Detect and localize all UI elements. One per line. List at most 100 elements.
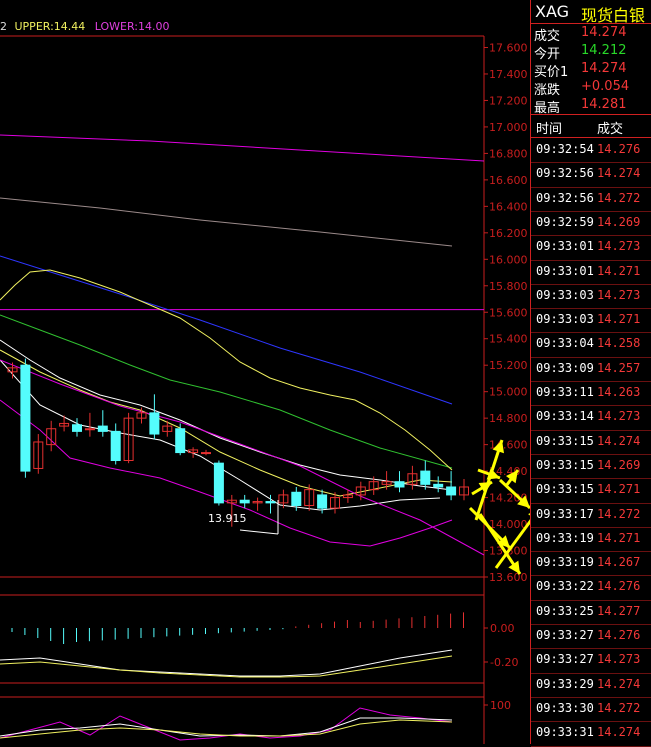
price-tick-label: 17.000 — [489, 121, 528, 134]
price-tick-label: 16.600 — [489, 174, 528, 187]
tick-time: 09:33:15 — [536, 433, 594, 448]
tick-row[interactable]: 09:33:27 14.276 — [531, 625, 651, 649]
tick-price: 14.263 — [597, 385, 641, 399]
tick-row[interactable]: 09:33:01 14.273 — [531, 236, 651, 260]
price-tick-label: 17.200 — [489, 94, 528, 107]
tick-row[interactable]: 09:33:15 14.271 — [531, 479, 651, 503]
quote-row-value: 14.212 — [581, 43, 627, 58]
tick-row[interactable]: 09:33:15 14.269 — [531, 455, 651, 479]
tick-time: 09:33:04 — [536, 336, 594, 351]
tick-row[interactable]: 09:33:27 14.273 — [531, 649, 651, 673]
tick-price: 14.274 — [597, 433, 641, 448]
tick-row[interactable]: 09:33:14 14.273 — [531, 406, 651, 430]
candle-body — [20, 364, 31, 472]
tick-price: 14.273 — [597, 409, 641, 424]
candle-body — [213, 462, 224, 504]
tick-row[interactable]: 09:33:03 14.271 — [531, 309, 651, 333]
tick-price: 14.273 — [597, 239, 641, 254]
tick-time: 09:33:11 — [536, 385, 594, 399]
tick-time: 09:33:15 — [536, 457, 594, 472]
tick-time: 09:33:29 — [536, 676, 594, 691]
macd-dif-line — [0, 649, 453, 677]
candle-body — [97, 425, 108, 432]
quote-row-label: 今开 — [534, 47, 561, 62]
tick-time: 09:32:54 — [536, 142, 594, 156]
tick-row[interactable]: 09:33:04 14.258 — [531, 333, 651, 357]
price-tick-label: 16.200 — [489, 227, 528, 240]
tick-row[interactable]: 09:33:22 14.276 — [531, 576, 651, 600]
tick-time: 09:33:03 — [536, 287, 594, 302]
tick-row[interactable]: 09:32:56 14.272 — [531, 188, 651, 212]
ma-white — [0, 339, 453, 491]
tick-row[interactable]: 09:33:03 14.273 — [531, 285, 651, 309]
price-tick-label: 14.000 — [489, 518, 528, 531]
tick-time: 09:33:17 — [536, 506, 594, 521]
tick-row[interactable]: 09:33:19 14.267 — [531, 552, 651, 576]
price-tick-label: 16.000 — [489, 253, 528, 266]
tick-row[interactable]: 09:32:59 14.269 — [531, 212, 651, 236]
kline-chart-area[interactable]: 17.600 17.400 17.200 17.000 16.800 16.600 16.4… — [0, 0, 530, 744]
candle-body — [239, 499, 250, 504]
quote-row: 最高 14.281 — [531, 97, 651, 116]
candle-body — [201, 452, 211, 455]
price-tick-label: 17.400 — [489, 68, 528, 81]
summary-divider — [531, 114, 651, 115]
tick-row[interactable]: 09:33:30 14.272 — [531, 698, 651, 722]
tick-price: 14.271 — [597, 312, 641, 327]
tick-row[interactable]: 09:33:29 14.274 — [531, 674, 651, 698]
tick-row[interactable]: 09:33:01 14.271 — [531, 261, 651, 285]
tick-row[interactable]: 09:32:56 14.274 — [531, 163, 651, 187]
tick-price: 14.271 — [597, 530, 641, 545]
tick-row[interactable]: 09:32:54 14.276 — [531, 139, 651, 163]
price-tick-label: 17.600 — [489, 42, 528, 55]
tick-row[interactable]: 09:33:09 14.257 — [531, 358, 651, 382]
candle-body — [317, 494, 328, 509]
price-tick-label: 14.800 — [489, 412, 528, 425]
tick-time: 09:32:56 — [536, 166, 594, 181]
tick-row[interactable]: 09:33:31 14.274 — [531, 722, 651, 746]
tick-price: 14.257 — [597, 360, 641, 375]
tick-time: 09:33:31 — [536, 725, 594, 740]
tick-time: 09:33:09 — [536, 360, 594, 375]
tick-price: 14.274 — [597, 166, 641, 181]
quote-row: 成交 14.274 — [531, 25, 651, 44]
tick-row[interactable]: 09:33:17 14.272 — [531, 504, 651, 528]
tick-time: 09:33:27 — [536, 628, 594, 642]
price-tick-label: 13.600 — [489, 571, 528, 584]
tick-row[interactable]: 09:33:25 14.277 — [531, 601, 651, 625]
tick-row[interactable]: 09:33:19 14.271 — [531, 528, 651, 552]
candle-body — [265, 501, 276, 504]
quote-panel: XAG 现货白银 成交 14.274 今开 14.212 买价1 14.274 涨跌 +0.0… — [531, 0, 651, 747]
tick-row[interactable]: 09:33:11 14.263 — [531, 382, 651, 406]
tick-table-header: 时间 成交 — [531, 116, 651, 137]
tick-price: 14.272 — [597, 506, 641, 521]
price-tick-label: 15.400 — [489, 333, 528, 346]
candle-body — [175, 428, 186, 454]
quote-row-value: 14.274 — [581, 25, 627, 40]
tick-time: 09:33:30 — [536, 700, 594, 715]
quote-row-label: 买价1 — [534, 65, 569, 80]
symbol-code: XAG — [535, 2, 570, 21]
tick-price: 14.273 — [597, 652, 641, 667]
candle-body — [149, 412, 160, 435]
quote-row-value: 14.274 — [581, 61, 627, 76]
quote-title: XAG 现货白银 — [531, 0, 651, 25]
tick-time: 09:33:03 — [536, 312, 594, 327]
tick-price-header: 成交 — [597, 122, 624, 137]
ma-long-magenta — [0, 134, 485, 162]
price-tick-label: 15.000 — [489, 386, 528, 399]
kline-chart-svg[interactable]: 17.600 17.400 17.200 17.000 16.800 16.600 16.4… — [0, 0, 530, 744]
tick-time: 09:33:15 — [536, 482, 594, 497]
quote-row: 涨跌 +0.054 — [531, 79, 651, 98]
tick-price: 14.273 — [597, 287, 641, 302]
macd-tick-label: 0.00 — [490, 622, 515, 635]
low-price-annotation: 13.915 — [208, 512, 247, 525]
tick-price: 14.274 — [597, 725, 641, 740]
tick-time: 09:32:56 — [536, 190, 594, 205]
lower-band-label: LOWER:14.00 — [94, 20, 170, 33]
ma-green — [0, 314, 453, 469]
tick-price: 14.267 — [597, 555, 641, 570]
tick-time: 09:33:27 — [536, 652, 594, 667]
tick-price: 14.269 — [597, 457, 641, 472]
tick-row[interactable]: 09:33:15 14.274 — [531, 431, 651, 455]
